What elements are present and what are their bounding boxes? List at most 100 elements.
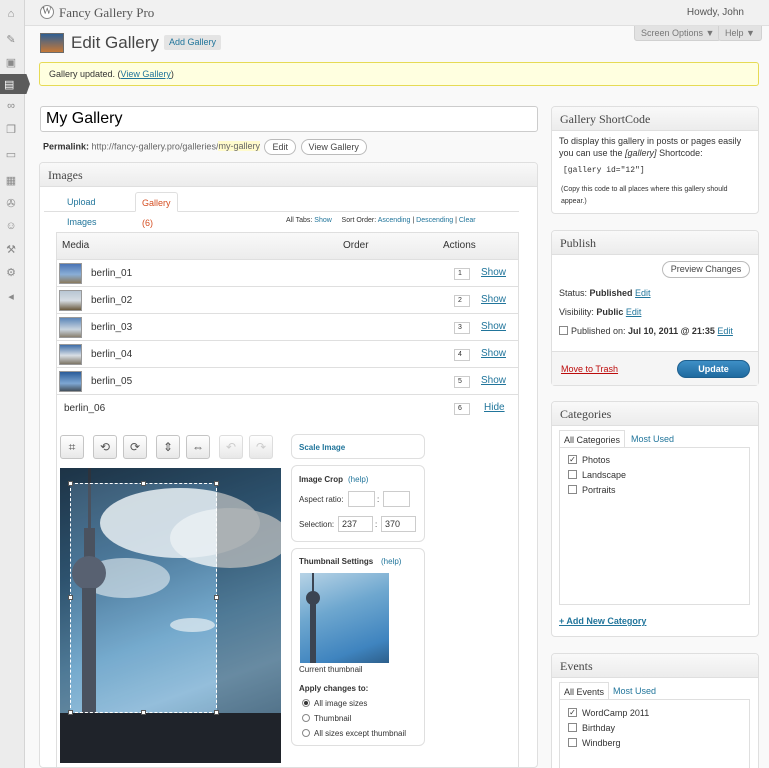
collapse-icon[interactable]: ◂ (4, 289, 18, 303)
order-input[interactable]: 1 (454, 268, 470, 280)
user-greeting[interactable]: Howdy, John (687, 7, 744, 18)
media-table-header: Media Order Actions (57, 233, 518, 260)
appearance-icon[interactable]: ▦ (4, 173, 18, 187)
help-button[interactable]: Help ▼ (718, 26, 762, 41)
event-checkbox[interactable] (568, 723, 577, 732)
category-checkbox[interactable] (568, 470, 577, 479)
crop-handle[interactable] (68, 710, 73, 715)
links-icon[interactable]: ∞ (4, 99, 18, 113)
show-all-link[interactable]: Show (314, 217, 332, 224)
table-row[interactable]: berlin_02 2 Show (57, 287, 518, 314)
settings-icon[interactable]: ⚙ (4, 265, 18, 279)
crop-handle[interactable] (68, 481, 73, 486)
sort-bar: All Tabs: Show Sort Order: Ascending | D… (286, 217, 476, 224)
current-thumbnail-image (300, 573, 389, 663)
table-row[interactable]: berlin_03 3 Show (57, 314, 518, 341)
edit-permalink-button[interactable]: Edit (264, 139, 296, 155)
preview-changes-button[interactable]: Preview Changes (662, 261, 750, 278)
crop-handle[interactable] (68, 595, 73, 600)
tab-all-categories[interactable]: All Categories (559, 430, 626, 448)
crop-handle[interactable] (214, 710, 219, 715)
thumbnail-help-link[interactable]: (help) (381, 557, 401, 566)
rotate-left-icon[interactable]: ⟲ (93, 435, 117, 459)
screen-options-button[interactable]: Screen Options ▼ (634, 26, 722, 41)
view-gallery-link[interactable]: View Gallery (121, 69, 171, 79)
crop-handle[interactable] (214, 481, 219, 486)
pages-icon[interactable]: ❐ (4, 122, 18, 136)
crop-help-link[interactable]: (help) (348, 475, 368, 484)
crop-selection[interactable] (70, 483, 217, 713)
toggle-visibility-link[interactable]: Show (481, 348, 506, 359)
tab-upload-images[interactable]: Upload Images (61, 192, 103, 227)
aspect-ratio-height-input[interactable] (383, 491, 410, 507)
crop-handle[interactable] (214, 595, 219, 600)
rotate-right-icon[interactable]: ⟳ (123, 435, 147, 459)
toggle-visibility-link[interactable]: Show (481, 321, 506, 332)
site-name[interactable]: Fancy Gallery Pro (59, 5, 154, 21)
dashboard-icon[interactable]: ⌂ (4, 7, 18, 21)
tab-gallery[interactable]: Gallery (6) (135, 192, 178, 228)
tab-most-used-categories[interactable]: Most Used (627, 430, 678, 448)
table-row[interactable]: berlin_05 5 Show (57, 368, 518, 395)
order-input[interactable]: 5 (454, 376, 470, 388)
users-icon[interactable]: ☺ (4, 219, 18, 233)
update-button[interactable]: Update (677, 360, 750, 378)
posts-icon[interactable]: ✎ (4, 32, 18, 46)
scale-image-panel[interactable]: Scale Image (291, 434, 425, 459)
toggle-visibility-link[interactable]: Show (481, 375, 506, 386)
crop-icon[interactable]: ⌗ (60, 435, 84, 459)
crop-handle[interactable] (141, 481, 146, 486)
update-notice: Gallery updated. (View Gallery) (39, 62, 759, 86)
tab-most-used-events[interactable]: Most Used (609, 682, 660, 700)
sort-descending-link[interactable]: Descending (416, 217, 453, 224)
permalink-slug[interactable]: my-gallery (218, 141, 260, 152)
redo-icon[interactable]: ↷ (249, 435, 273, 459)
selection-height-input[interactable]: 370 (381, 516, 416, 532)
toggle-visibility-link[interactable]: Hide (484, 402, 505, 413)
table-row[interactable]: berlin_04 4 Show (57, 341, 518, 368)
add-gallery-button[interactable]: Add Gallery (164, 35, 222, 50)
sort-clear-link[interactable]: Clear (459, 217, 476, 224)
order-input[interactable]: 4 (454, 349, 470, 361)
category-checkbox[interactable] (568, 485, 577, 494)
admin-menu: ⌂ ✎ ▣ ▤ ∞ ❐ ▭ ▦ ✇ ☺ ⚒ ⚙ ◂ (0, 0, 30, 768)
shortcode-code[interactable]: [gallery id="12"] (563, 165, 645, 177)
move-to-trash-link[interactable]: Move to Trash (561, 364, 618, 374)
gallery-page-icon (40, 33, 64, 53)
selection-width-input[interactable]: 237 (338, 516, 373, 532)
flip-horizontal-icon[interactable]: ⇔ (186, 435, 210, 459)
event-checkbox[interactable]: ✓ (568, 708, 577, 717)
media-icon[interactable]: ▣ (4, 55, 18, 69)
plugins-icon[interactable]: ✇ (4, 196, 18, 210)
order-input[interactable]: 2 (454, 295, 470, 307)
flip-vertical-icon[interactable]: ⇕ (156, 435, 180, 459)
edit-status-link[interactable]: Edit (635, 288, 651, 298)
toggle-visibility-link[interactable]: Show (481, 294, 506, 305)
shortcode-note: (Copy this code to all places where this… (561, 186, 728, 205)
event-checkbox[interactable] (568, 738, 577, 747)
view-gallery-button[interactable]: View Gallery (300, 139, 367, 155)
toggle-visibility-link[interactable]: Show (481, 267, 506, 278)
table-row[interactable]: berlin_06 6 Hide (57, 395, 518, 422)
apply-thumbnail-radio[interactable] (302, 714, 310, 722)
table-row[interactable]: berlin_01 1 Show (57, 260, 518, 287)
edit-date-link[interactable]: Edit (717, 326, 733, 336)
aspect-ratio-width-input[interactable] (348, 491, 375, 507)
edit-visibility-link[interactable]: Edit (626, 307, 642, 317)
order-input[interactable]: 3 (454, 322, 470, 334)
crop-handle[interactable] (141, 710, 146, 715)
tab-all-events[interactable]: All Events (559, 682, 610, 700)
gallery-icon[interactable]: ▤ (0, 74, 30, 94)
scale-image-link[interactable]: Scale Image (299, 443, 345, 452)
calendar-icon (559, 326, 568, 335)
order-input[interactable]: 6 (454, 403, 470, 415)
apply-except-thumbnail-radio[interactable] (302, 729, 310, 737)
gallery-title-input[interactable]: My Gallery (40, 106, 538, 132)
add-new-category-link[interactable]: + Add New Category (559, 616, 646, 626)
sort-ascending-link[interactable]: Ascending (378, 217, 411, 224)
category-checkbox[interactable]: ✓ (568, 455, 577, 464)
comments-icon[interactable]: ▭ (4, 147, 18, 161)
tools-icon[interactable]: ⚒ (4, 242, 18, 256)
undo-icon[interactable]: ↶ (219, 435, 243, 459)
apply-all-radio[interactable] (302, 699, 310, 707)
